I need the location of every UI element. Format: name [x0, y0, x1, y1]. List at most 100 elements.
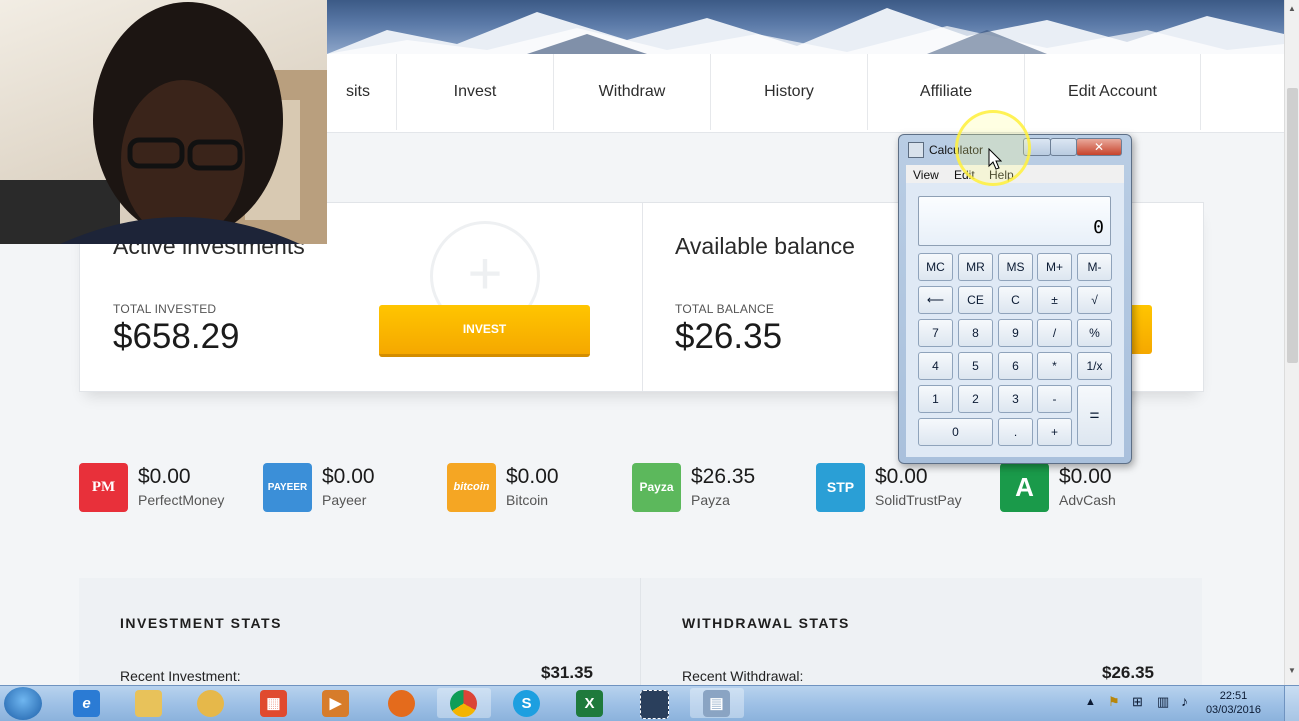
maximize-button[interactable]	[1050, 138, 1077, 156]
bitcoin-logo-icon: bitcoin	[447, 463, 496, 512]
taskbar-firefox[interactable]	[375, 688, 429, 718]
payment-advcash[interactable]: A $0.00 AdvCash	[1000, 463, 1170, 513]
tray-show-hidden-icon[interactable]: ▲	[1085, 696, 1096, 708]
taskbar-explorer[interactable]	[122, 688, 176, 718]
recent-withdrawal-value: $26.35	[1102, 663, 1154, 682]
nav-deposits[interactable]: sits	[320, 54, 397, 130]
recent-investment-value: $31.35	[541, 663, 593, 682]
taskbar-snipping[interactable]	[627, 688, 681, 719]
taskbar-ie[interactable]: e	[60, 688, 114, 718]
digit-0-button[interactable]: 0	[918, 418, 993, 446]
calculator-display: 0	[918, 196, 1111, 246]
digit-3-button[interactable]: 3	[998, 385, 1033, 413]
tray-windows-icon[interactable]: ⊞	[1132, 694, 1143, 710]
digit-9-button[interactable]: 9	[998, 319, 1033, 347]
payment-amount: $26.35	[691, 465, 756, 488]
equals-button[interactable]: =	[1077, 385, 1112, 446]
backspace-button[interactable]: ⟵	[918, 286, 953, 314]
payment-amount: $0.00	[322, 465, 375, 488]
payment-name: PerfectMoney	[138, 492, 225, 508]
digit-4-button[interactable]: 4	[918, 352, 953, 380]
start-button-icon[interactable]	[4, 687, 42, 720]
payza-logo-icon: Payza	[632, 463, 681, 512]
recent-investment-label: Recent Investment:	[120, 668, 241, 684]
payment-name: SolidTrustPay	[875, 492, 962, 508]
ce-button[interactable]: CE	[958, 286, 993, 314]
close-icon[interactable]: ✕	[1076, 138, 1122, 156]
total-invested-amount: $658.29	[113, 317, 240, 356]
c-button[interactable]: C	[998, 286, 1033, 314]
invest-button[interactable]: INVEST	[379, 305, 590, 357]
decimal-button[interactable]: .	[998, 418, 1033, 446]
m-plus-button[interactable]: M+	[1037, 253, 1072, 281]
webcam-overlay	[0, 0, 327, 244]
header-banner	[327, 0, 1284, 54]
mc-button[interactable]: MC	[918, 253, 953, 281]
sqrt-button[interactable]: √	[1077, 286, 1112, 314]
taskbar-paint[interactable]	[184, 688, 238, 718]
payment-name: AdvCash	[1059, 492, 1116, 508]
digit-1-button[interactable]: 1	[918, 385, 953, 413]
digit-7-button[interactable]: 7	[918, 319, 953, 347]
scroll-thumb[interactable]	[1287, 88, 1298, 363]
add-button[interactable]: +	[1037, 418, 1072, 446]
calculator-app-icon	[908, 142, 924, 158]
taskbar-media[interactable]: ▶	[309, 688, 363, 718]
taskbar-chrome[interactable]	[437, 688, 491, 718]
page-scrollbar[interactable]: ▲ ▼	[1284, 0, 1299, 685]
payment-perfectmoney[interactable]: PM $0.00 PerfectMoney	[79, 463, 249, 513]
digit-2-button[interactable]: 2	[958, 385, 993, 413]
taskbar-apps[interactable]: ▦	[247, 688, 301, 718]
calculator-body: 0 MC MR MS M+ M- ⟵ CE C ± √ 7 8 9 / % 4 …	[906, 183, 1124, 457]
payment-solidtrustpay[interactable]: STP $0.00 SolidTrustPay	[816, 463, 986, 513]
withdrawal-stats-title: WITHDRAWAL STATS	[682, 615, 850, 631]
scroll-up-icon[interactable]: ▲	[1288, 4, 1296, 13]
taskbar-clock[interactable]: 22:51 03/03/2016	[1206, 689, 1261, 717]
digit-5-button[interactable]: 5	[958, 352, 993, 380]
taskbar-skype[interactable]: S	[500, 688, 554, 718]
calculator-window[interactable]: Calculator ✕ View Edit Help 0 MC MR MS M…	[898, 134, 1132, 464]
available-balance-title: Available balance	[675, 233, 855, 259]
stats-divider	[640, 578, 641, 688]
folder-icon	[135, 690, 162, 717]
perfectmoney-logo-icon: PM	[79, 463, 128, 512]
percent-button[interactable]: %	[1077, 319, 1112, 347]
mr-button[interactable]: MR	[958, 253, 993, 281]
reciprocal-button[interactable]: 1/x	[1077, 352, 1112, 380]
paint-icon	[197, 690, 224, 717]
advcash-logo-icon: A	[1000, 463, 1049, 512]
plus-minus-button[interactable]: ±	[1037, 286, 1072, 314]
ms-button[interactable]: MS	[998, 253, 1033, 281]
nav-withdraw[interactable]: Withdraw	[554, 54, 711, 130]
internet-explorer-icon: e	[73, 690, 100, 717]
digit-8-button[interactable]: 8	[958, 319, 993, 347]
investment-stats-title: INVESTMENT STATS	[120, 615, 282, 631]
payment-amount: $0.00	[1059, 465, 1112, 488]
taskbar-calculator[interactable]: ▤	[690, 688, 744, 718]
tray-network-icon[interactable]: ▥	[1157, 694, 1169, 710]
digit-6-button[interactable]: 6	[998, 352, 1033, 380]
multiply-button[interactable]: *	[1037, 352, 1072, 380]
total-balance-amount: $26.35	[675, 317, 783, 356]
subtract-button[interactable]: -	[1037, 385, 1072, 413]
recent-withdrawal-label: Recent Withdrawal:	[682, 668, 804, 684]
show-desktop-button[interactable]	[1284, 686, 1299, 721]
nav-edit-account[interactable]: Edit Account	[1025, 54, 1201, 130]
mouse-pointer-icon	[988, 148, 1002, 170]
payment-payeer[interactable]: PAYEER $0.00 Payeer	[263, 463, 433, 513]
stp-logo-icon: STP	[816, 463, 865, 512]
m-minus-button[interactable]: M-	[1077, 253, 1112, 281]
payment-payza[interactable]: Payza $26.35 Payza	[632, 463, 802, 513]
total-invested-label: TOTAL INVESTED	[113, 302, 217, 316]
divide-button[interactable]: /	[1037, 319, 1072, 347]
scroll-down-icon[interactable]: ▼	[1288, 666, 1296, 675]
tray-volume-icon[interactable]: ♪	[1181, 693, 1188, 709]
excel-icon: X	[576, 690, 603, 717]
nav-history[interactable]: History	[711, 54, 868, 130]
nav-invest[interactable]: Invest	[397, 54, 554, 130]
payment-bitcoin[interactable]: bitcoin $0.00 Bitcoin	[447, 463, 617, 513]
menu-view[interactable]: View	[913, 168, 939, 182]
tray-flag-icon[interactable]: ⚑	[1108, 694, 1120, 710]
chrome-icon	[450, 690, 477, 717]
taskbar-excel[interactable]: X	[563, 688, 617, 718]
